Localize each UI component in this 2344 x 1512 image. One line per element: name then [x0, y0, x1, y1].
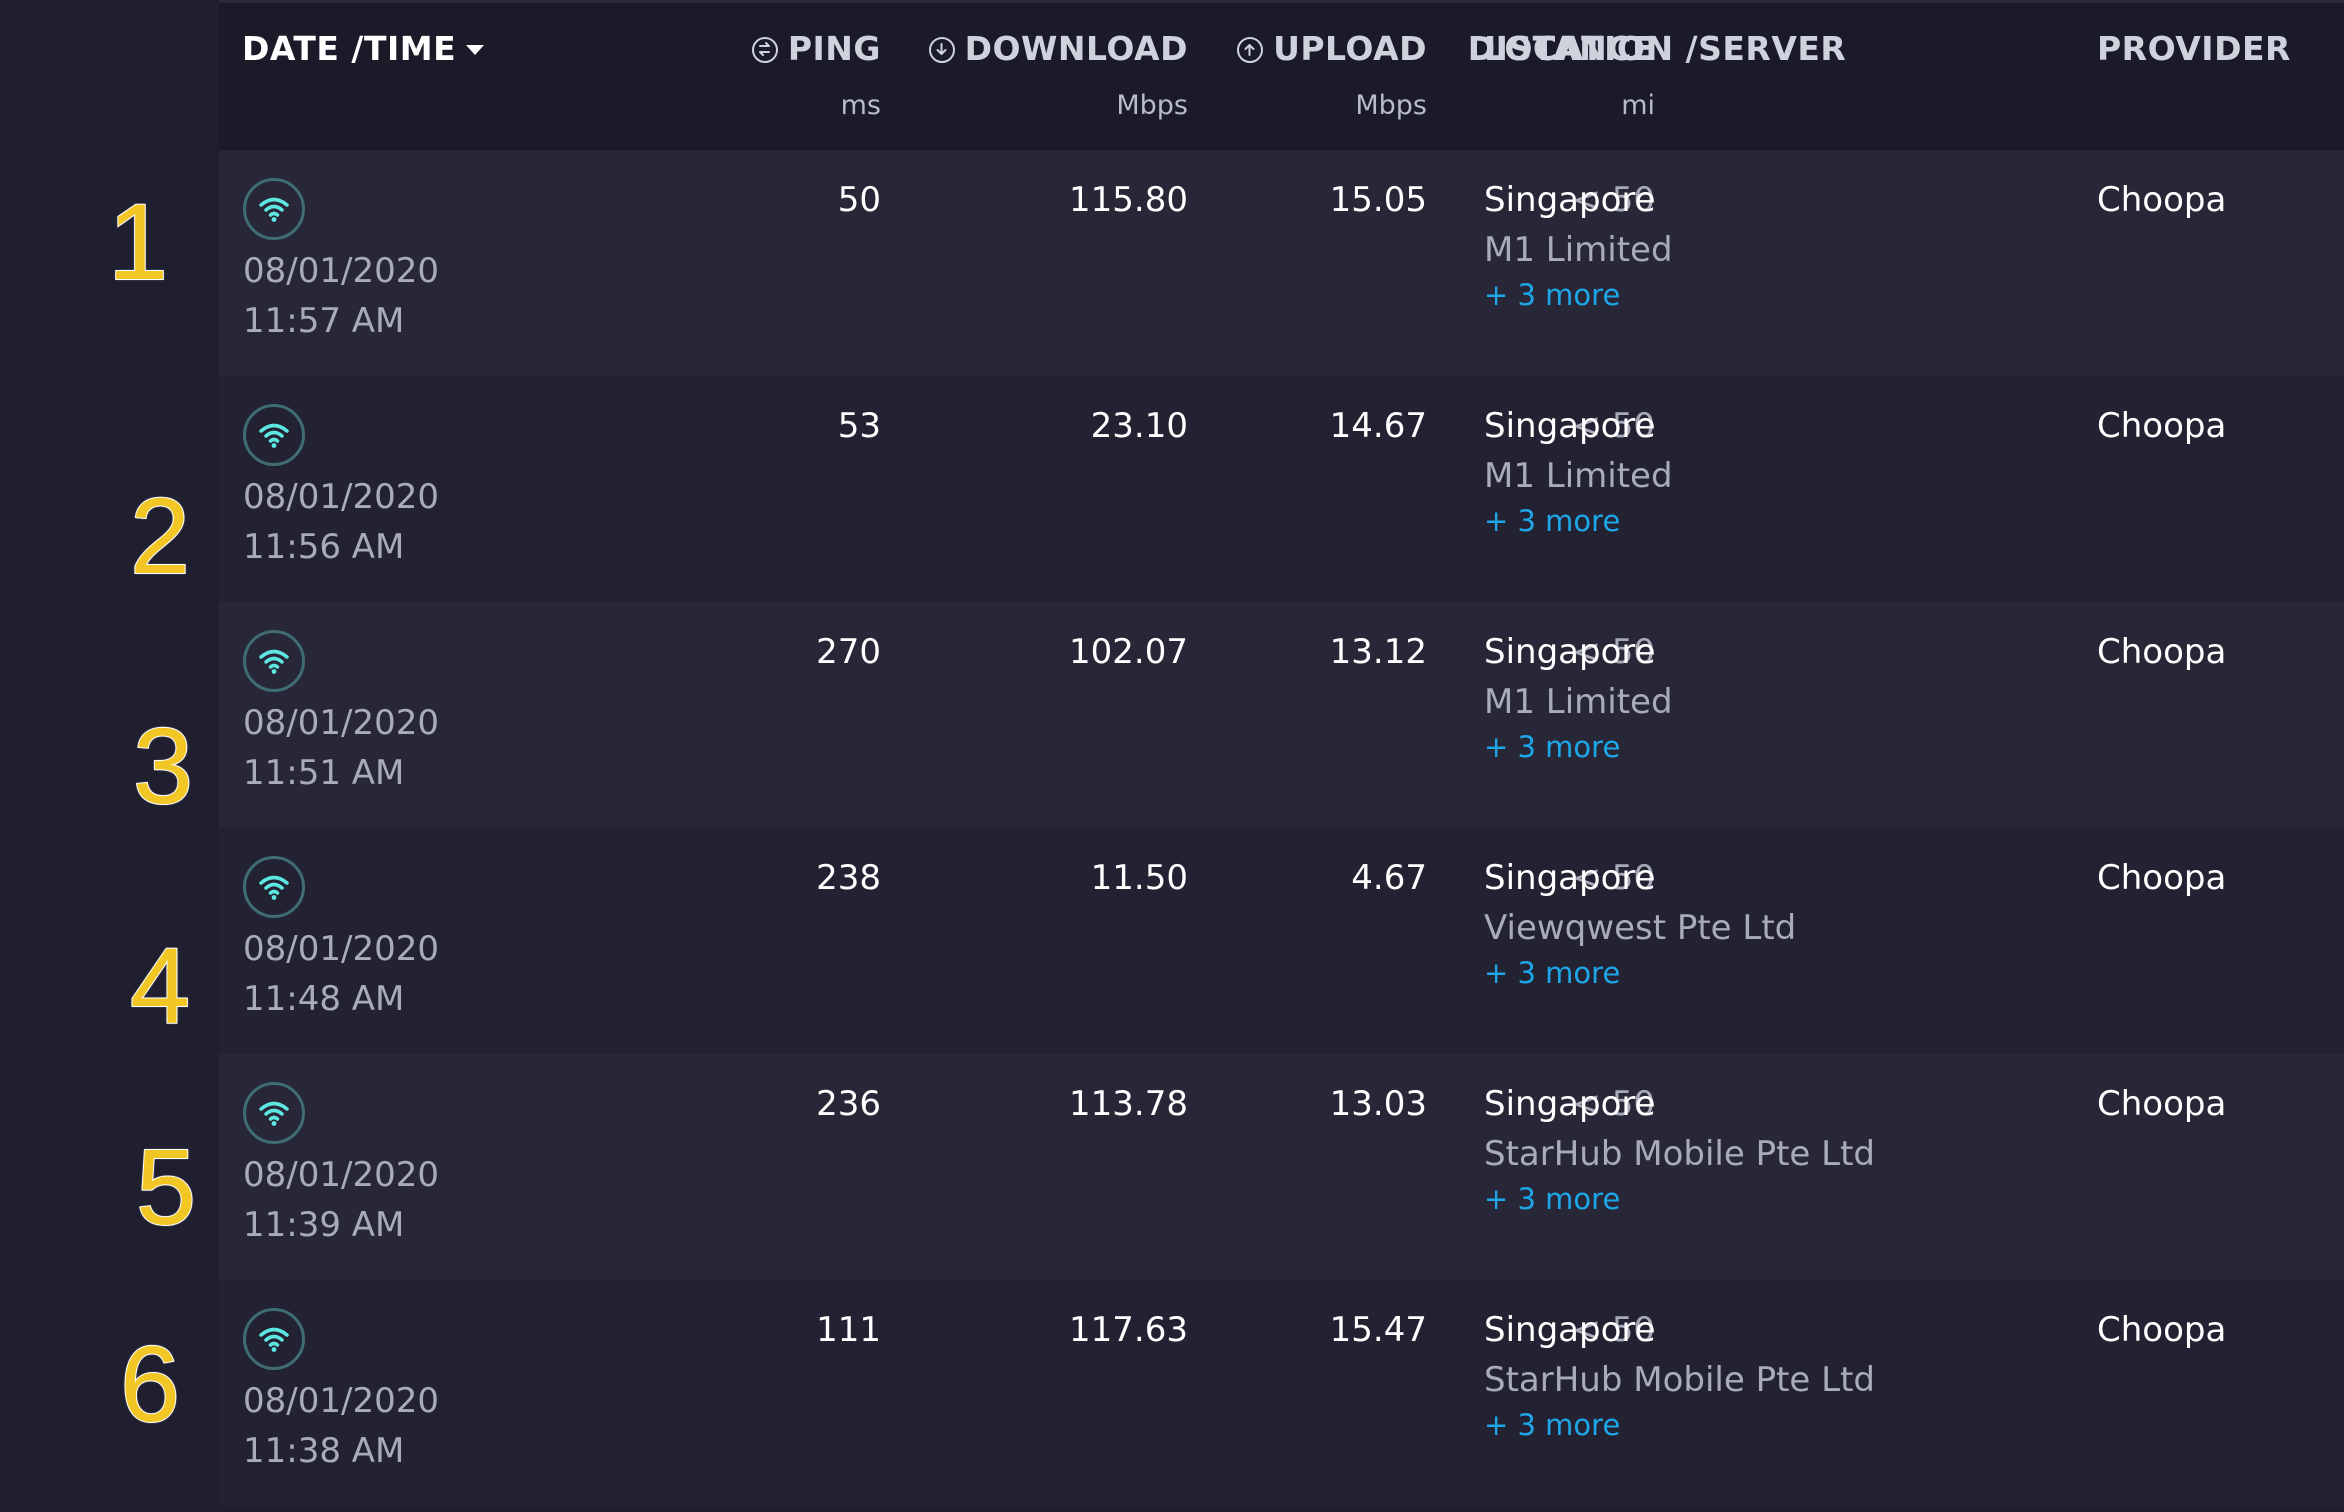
row-time: 11:38 AM: [243, 1431, 405, 1471]
more-servers-link[interactable]: + 3 more: [1484, 956, 1620, 990]
row-ping: 236: [816, 1084, 881, 1124]
column-header-ping[interactable]: PING: [534, 29, 881, 68]
row-location: Singapore: [1484, 858, 1656, 898]
table-row[interactable]: 08/01/2020 11:51 AM 270 102.07 13.12 < 50 Sing…: [219, 602, 2344, 828]
rank-badge: 2: [129, 475, 191, 596]
row-server: StarHub Mobile Pte Ltd: [1484, 1134, 1875, 1174]
row-provider: Choopa: [2097, 858, 2227, 898]
row-time: 11:57 AM: [243, 301, 405, 341]
rank-badge: 3: [132, 705, 194, 826]
column-header-upload[interactable]: UPLOAD: [1209, 29, 1427, 68]
table-row[interactable]: 08/01/2020 11:57 AM 50 115.80 15.05 < 50 Singa…: [219, 150, 2344, 376]
row-provider: Choopa: [2097, 632, 2227, 672]
row-location: Singapore: [1484, 1084, 1656, 1124]
rank-badge: 6: [119, 1323, 181, 1444]
rank-badge: 5: [135, 1126, 197, 1247]
row-upload: 14.67: [1329, 406, 1427, 446]
column-header-location-server[interactable]: LOCATION /SERVER: [1484, 29, 1846, 68]
row-time: 11:39 AM: [243, 1205, 405, 1245]
table-row[interactable]: 08/01/2020 11:56 AM 53 23.10 14.67 < 50 Singap…: [219, 376, 2344, 602]
column-header-provider-label: PROVIDER: [2097, 29, 2291, 68]
download-unit: Mbps: [1116, 90, 1188, 121]
results-page: 1 2 3 4 5 6 DATE /TIME PING ms DOWNLOAD Mbps: [0, 0, 2344, 1512]
caret-down-icon: [466, 45, 485, 55]
column-header-ping-label: PING: [787, 29, 881, 68]
row-location: Singapore: [1484, 180, 1656, 220]
row-upload: 13.03: [1329, 1084, 1427, 1124]
row-date: 08/01/2020: [243, 477, 439, 517]
row-download: 113.78: [1069, 1084, 1188, 1124]
download-icon: [928, 37, 955, 63]
wifi-icon: [243, 178, 305, 240]
rank-badge: 4: [129, 925, 191, 1046]
column-header-download-label: DOWNLOAD: [964, 29, 1188, 68]
more-servers-link[interactable]: + 3 more: [1484, 1408, 1620, 1442]
upload-unit: Mbps: [1355, 90, 1427, 121]
table-row[interactable]: 08/01/2020 11:48 AM 238 11.50 4.67 < 50 Singap…: [219, 828, 2344, 1054]
distance-unit: mi: [1621, 90, 1655, 121]
row-date: 08/01/2020: [243, 703, 439, 743]
row-ping: 238: [816, 858, 881, 898]
row-ping: 50: [837, 180, 881, 220]
row-download: 115.80: [1069, 180, 1188, 220]
row-download: 23.10: [1090, 406, 1188, 446]
more-servers-link[interactable]: + 3 more: [1484, 278, 1620, 312]
upload-icon: [1237, 37, 1264, 63]
row-location: Singapore: [1484, 406, 1656, 446]
table-row[interactable]: 08/01/2020 11:38 AM 111 117.63 15.47 < 50 Sing…: [219, 1280, 2344, 1506]
row-location: Singapore: [1484, 632, 1656, 672]
row-provider: Choopa: [2097, 1310, 2227, 1350]
column-header-date-time[interactable]: DATE /TIME: [242, 29, 485, 68]
column-header-download[interactable]: DOWNLOAD: [869, 29, 1188, 68]
results-table: DATE /TIME PING ms DOWNLOAD Mbps UPLOAD …: [219, 0, 2344, 1512]
row-upload: 15.05: [1329, 180, 1427, 220]
row-upload: 13.12: [1329, 632, 1427, 672]
column-header-upload-label: UPLOAD: [1273, 29, 1427, 68]
row-date: 08/01/2020: [243, 1155, 439, 1195]
row-date: 08/01/2020: [243, 1381, 439, 1421]
more-servers-link[interactable]: + 3 more: [1484, 730, 1620, 764]
row-provider: Choopa: [2097, 1084, 2227, 1124]
row-server: StarHub Mobile Pte Ltd: [1484, 1360, 1875, 1400]
ping-unit: ms: [840, 90, 881, 121]
ping-icon: [751, 37, 778, 63]
row-ping: 270: [816, 632, 881, 672]
row-server: M1 Limited: [1484, 230, 1673, 270]
wifi-icon: [243, 856, 305, 918]
column-header-location-server-label: LOCATION /SERVER: [1484, 29, 1847, 68]
table-header: DATE /TIME PING ms DOWNLOAD Mbps UPLOAD …: [219, 0, 2344, 150]
row-time: 11:51 AM: [243, 753, 405, 793]
row-time: 11:56 AM: [243, 527, 405, 567]
row-server: Viewqwest Pte Ltd: [1484, 908, 1797, 948]
row-location: Singapore: [1484, 1310, 1656, 1350]
row-date: 08/01/2020: [243, 929, 439, 969]
row-download: 117.63: [1069, 1310, 1188, 1350]
column-header-provider[interactable]: PROVIDER: [2097, 29, 2291, 68]
row-provider: Choopa: [2097, 180, 2227, 220]
row-date: 08/01/2020: [243, 251, 439, 291]
row-time: 11:48 AM: [243, 979, 405, 1019]
column-header-date-time-label: DATE /TIME: [242, 29, 457, 68]
table-row[interactable]: 08/01/2020 11:39 AM 236 113.78 13.03 < 50 Sing…: [219, 1054, 2344, 1280]
row-ping: 111: [816, 1310, 881, 1350]
row-server: M1 Limited: [1484, 456, 1673, 496]
wifi-icon: [243, 630, 305, 692]
wifi-icon: [243, 1308, 305, 1370]
wifi-icon: [243, 404, 305, 466]
row-server: M1 Limited: [1484, 682, 1673, 722]
wifi-icon: [243, 1082, 305, 1144]
row-download: 11.50: [1090, 858, 1188, 898]
row-upload: 15.47: [1329, 1310, 1427, 1350]
row-ping: 53: [837, 406, 881, 446]
row-download: 102.07: [1069, 632, 1188, 672]
row-upload: 4.67: [1351, 858, 1427, 898]
row-provider: Choopa: [2097, 406, 2227, 446]
more-servers-link[interactable]: + 3 more: [1484, 504, 1620, 538]
rank-badge: 1: [107, 181, 169, 302]
more-servers-link[interactable]: + 3 more: [1484, 1182, 1620, 1216]
